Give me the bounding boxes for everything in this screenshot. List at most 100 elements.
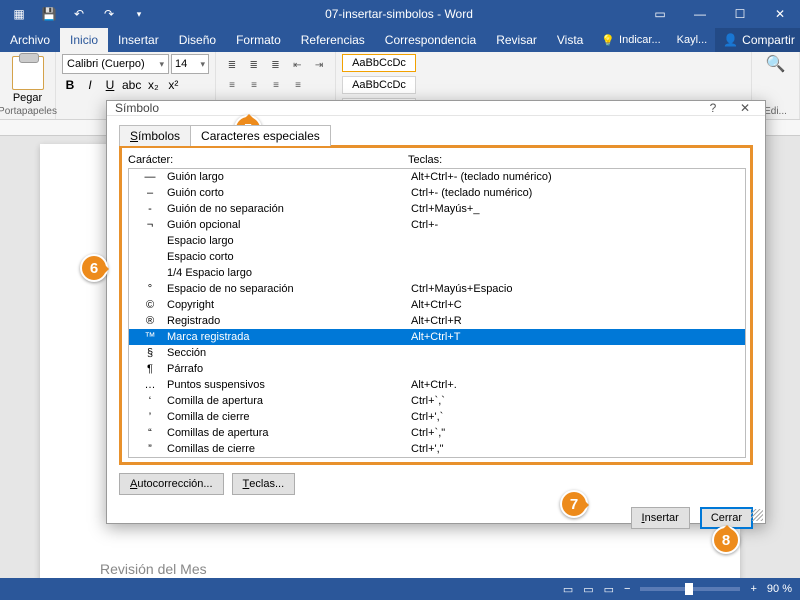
numbering-button[interactable]: ≣ <box>244 56 264 74</box>
char-shortcut: Alt+Ctrl+. <box>411 379 745 391</box>
tab-vista[interactable]: Vista <box>547 28 593 52</box>
list-item[interactable]: 1/4 Espacio largo <box>129 265 745 281</box>
char-name: Guión largo <box>167 171 411 183</box>
char-glyph: ¬ <box>133 219 167 231</box>
style-normal[interactable]: AaBbCcDc <box>342 54 416 72</box>
qat-more-icon[interactable]: ▾ <box>126 2 152 26</box>
style-preview: AaBbCcDc <box>352 57 406 69</box>
char-shortcut: Ctrl+Mayús+Espacio <box>411 283 745 295</box>
shortcut-button[interactable]: Teclas... <box>232 473 296 495</box>
list-item[interactable]: Espacio largo <box>129 233 745 249</box>
close-icon[interactable]: ✕ <box>733 101 757 115</box>
indent-dec-button[interactable]: ⇤ <box>287 56 307 74</box>
italic-button[interactable]: I <box>82 78 98 92</box>
char-glyph: © <box>133 299 167 311</box>
resize-grip-icon[interactable] <box>751 509 763 521</box>
strike-button[interactable]: abc <box>122 78 141 92</box>
autocorrect-button[interactable]: Autocorrección... <box>119 473 224 495</box>
char-glyph: – <box>133 187 167 199</box>
list-item[interactable]: –Guión cortoCtrl+- (teclado numérico) <box>129 185 745 201</box>
view-read-icon[interactable]: ▭ <box>563 583 573 596</box>
status-bar: ▭ ▭ ▭ − + 90 % <box>0 578 800 600</box>
bullets-button[interactable]: ≣ <box>222 56 242 74</box>
indent-inc-button[interactable]: ⇥ <box>309 56 329 74</box>
multilevel-button[interactable]: ≣ <box>266 56 286 74</box>
find-icon[interactable]: 🔍 <box>766 54 786 74</box>
list-item[interactable]: …Puntos suspensivosAlt+Ctrl+. <box>129 377 745 393</box>
tab-correspondencia[interactable]: Correspondencia <box>375 28 486 52</box>
style-nospacing[interactable]: AaBbCcDc <box>342 76 416 94</box>
font-name-combo[interactable]: Calibri (Cuerpo)▾ <box>62 54 169 74</box>
tab-archivo[interactable]: Archivo <box>0 28 60 52</box>
char-name: Comillas de cierre <box>167 443 411 455</box>
insert-button[interactable]: Insertar <box>631 507 690 529</box>
view-web-icon[interactable]: ▭ <box>604 583 614 596</box>
callout-8: 8 <box>712 526 740 554</box>
zoom-slider[interactable] <box>640 587 740 591</box>
char-shortcut: Ctrl+- (teclado numérico) <box>411 187 745 199</box>
chevron-down-icon: ▾ <box>159 59 164 70</box>
share-label: Compartir <box>742 33 795 47</box>
list-item[interactable]: -Guión de no separaciónCtrl+Mayús+_ <box>129 201 745 217</box>
tab-inicio[interactable]: Inicio <box>60 28 108 52</box>
title-bar: ▦ 💾 ↶ ↷ ▾ 07-insertar-simbolos - Word ▭ … <box>0 0 800 28</box>
align-left-button[interactable]: ≡ <box>222 76 242 94</box>
list-item[interactable]: ¬Guión opcionalCtrl+- <box>129 217 745 233</box>
dialog-tabs: Símbolos Caracteres especiales <box>119 124 753 145</box>
bold-button[interactable]: B <box>62 78 78 92</box>
maximize-icon[interactable]: ☐ <box>720 0 760 28</box>
close-window-icon[interactable]: ✕ <box>760 0 800 28</box>
special-char-list[interactable]: —Guión largoAlt+Ctrl+- (teclado numérico… <box>128 168 746 458</box>
align-right-button[interactable]: ≡ <box>266 76 286 94</box>
char-glyph: — <box>133 171 167 183</box>
tab-special-chars[interactable]: Caracteres especiales <box>190 125 331 146</box>
share-button[interactable]: 👤 Compartir <box>715 28 800 52</box>
ribbon-options-icon[interactable]: ▭ <box>640 0 680 28</box>
char-name: Sección <box>167 347 411 359</box>
lightbulb-icon: 💡 <box>601 34 615 47</box>
minimize-icon[interactable]: — <box>680 0 720 28</box>
zoom-in-icon[interactable]: + <box>750 583 756 595</box>
justify-button[interactable]: ≡ <box>288 76 308 94</box>
char-shortcut: Ctrl+`,` <box>411 395 745 407</box>
underline-button[interactable]: U <box>102 78 118 92</box>
app-menu-icon[interactable]: ▦ <box>6 2 32 26</box>
paste-label[interactable]: Pegar <box>13 92 42 104</box>
list-item[interactable]: Espacio corto <box>129 249 745 265</box>
account-name[interactable]: Kayl... <box>669 28 716 52</box>
chevron-down-icon: ▾ <box>200 59 205 70</box>
tab-referencias[interactable]: Referencias <box>291 28 375 52</box>
subscript-button[interactable]: x₂ <box>145 78 161 92</box>
view-print-icon[interactable]: ▭ <box>583 583 593 596</box>
tell-me[interactable]: 💡 Indicar... <box>593 28 668 52</box>
list-item[interactable]: ™Marca registradaAlt+Ctrl+T <box>129 329 745 345</box>
tab-formato[interactable]: Formato <box>226 28 291 52</box>
tab-revisar[interactable]: Revisar <box>486 28 547 52</box>
list-item[interactable]: ’Comilla de cierreCtrl+',` <box>129 409 745 425</box>
redo-icon[interactable]: ↷ <box>96 2 122 26</box>
char-shortcut: Alt+Ctrl+R <box>411 315 745 327</box>
list-item[interactable]: °Espacio de no separaciónCtrl+Mayús+Espa… <box>129 281 745 297</box>
align-center-button[interactable]: ≡ <box>244 76 264 94</box>
help-icon[interactable]: ? <box>701 101 725 115</box>
list-item[interactable]: ©CopyrightAlt+Ctrl+C <box>129 297 745 313</box>
undo-icon[interactable]: ↶ <box>66 2 92 26</box>
superscript-button[interactable]: x² <box>165 78 181 92</box>
font-size-combo[interactable]: 14▾ <box>171 54 209 74</box>
special-chars-panel: Carácter: Teclas: —Guión largoAlt+Ctrl+-… <box>119 145 753 465</box>
list-item[interactable]: ®RegistradoAlt+Ctrl+R <box>129 313 745 329</box>
tab-insertar[interactable]: Insertar <box>108 28 169 52</box>
list-item[interactable]: §Sección <box>129 345 745 361</box>
list-item[interactable]: ‘Comilla de aperturaCtrl+`,` <box>129 393 745 409</box>
list-item[interactable]: —Guión largoAlt+Ctrl+- (teclado numérico… <box>129 169 745 185</box>
zoom-out-icon[interactable]: − <box>624 583 630 595</box>
list-item[interactable]: “Comillas de aperturaCtrl+`," <box>129 425 745 441</box>
list-item[interactable]: ¶Párrafo <box>129 361 745 377</box>
save-icon[interactable]: 💾 <box>36 2 62 26</box>
char-shortcut: Ctrl+',` <box>411 411 745 423</box>
tab-symbols[interactable]: Símbolos <box>119 125 191 146</box>
tab-diseno[interactable]: Diseño <box>169 28 226 52</box>
paste-icon[interactable] <box>12 56 44 90</box>
list-item[interactable]: ”Comillas de cierreCtrl+'," <box>129 441 745 457</box>
zoom-value[interactable]: 90 % <box>767 583 792 595</box>
